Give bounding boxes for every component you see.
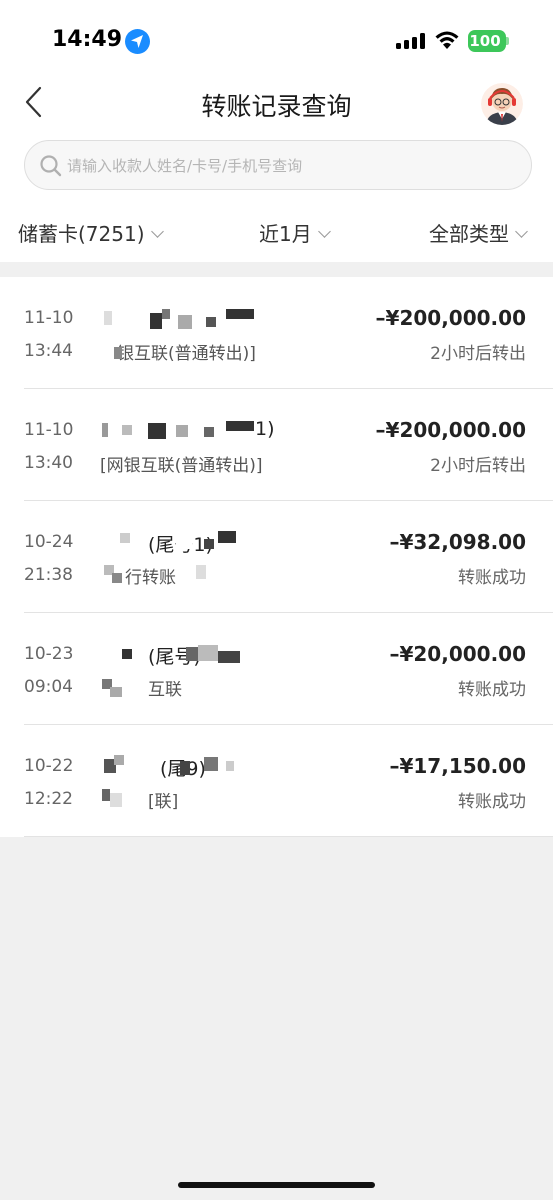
- payee-name: (尾号): [148, 646, 201, 668]
- payee-name: (尾9): [160, 758, 206, 780]
- record-status: 2小时后转出: [430, 456, 526, 476]
- location-arrow-icon: [125, 29, 150, 54]
- payee-name: 1): [255, 418, 275, 440]
- record-time: 21:38: [24, 565, 73, 585]
- record-row[interactable]: 11-10 13:40 1) [网银互联(普通转出)] –¥200,000.00…: [0, 389, 553, 501]
- search-icon: [40, 155, 62, 177]
- transfer-channel: 银互联(普通转出)]: [117, 344, 256, 364]
- record-status: 2小时后转出: [430, 344, 526, 364]
- record-time: 09:04: [24, 677, 73, 697]
- type-filter-label: 全部类型: [429, 222, 509, 246]
- record-status: 转账成功: [458, 792, 526, 812]
- record-date: 10-22: [24, 756, 74, 776]
- search-bar[interactable]: [24, 140, 532, 190]
- record-time: 12:22: [24, 789, 73, 809]
- record-date: 11-10: [24, 308, 74, 328]
- record-status: 转账成功: [458, 680, 526, 700]
- chevron-down-icon: [317, 225, 331, 238]
- redaction-mosaic: [100, 419, 260, 443]
- signal-icon: [396, 33, 425, 49]
- period-filter-dropdown[interactable]: 近1月: [259, 218, 331, 247]
- record-row[interactable]: 10-22 12:22 (尾9) [联] –¥17,150.00 转账成功: [0, 725, 553, 837]
- chevron-down-icon: [515, 225, 528, 238]
- record-amount: –¥17,150.00: [389, 754, 526, 778]
- battery-icon: 100: [468, 30, 506, 52]
- battery-level: 100: [469, 32, 501, 50]
- record-time: 13:40: [24, 453, 73, 473]
- page-title: 转账记录查询: [201, 92, 352, 121]
- record-amount: –¥20,000.00: [389, 642, 526, 666]
- type-filter-dropdown[interactable]: 全部类型: [429, 218, 528, 247]
- transfer-record-list: 11-10 13:44 银互联(普通转出)] –¥200,000.00 2小时后…: [0, 277, 553, 837]
- record-status: 转账成功: [458, 568, 526, 588]
- status-time: 14:49: [52, 27, 123, 52]
- record-time: 13:44: [24, 341, 73, 361]
- home-indicator[interactable]: [178, 1182, 375, 1188]
- battery-tip: [506, 37, 509, 45]
- record-row[interactable]: 11-10 13:44 银互联(普通转出)] –¥200,000.00 2小时后…: [0, 277, 553, 389]
- record-amount: –¥200,000.00: [375, 418, 526, 442]
- card-filter-label: 储蓄卡(7251): [18, 222, 145, 246]
- transfer-channel: [联]: [148, 792, 179, 812]
- record-amount: –¥32,098.00: [389, 530, 526, 554]
- wifi-icon: [435, 31, 459, 49]
- payee-name: (尾号1): [148, 534, 213, 556]
- record-row[interactable]: 10-23 09:04 (尾号) 互联 –¥20,000.00 转账成功: [0, 613, 553, 725]
- avatar-button[interactable]: [481, 83, 523, 125]
- row-divider: [24, 836, 553, 837]
- card-filter-dropdown[interactable]: 储蓄卡(7251): [18, 218, 164, 247]
- record-date: 10-24: [24, 532, 74, 552]
- record-amount: –¥200,000.00: [375, 306, 526, 330]
- transfer-channel: 行转账: [125, 568, 176, 588]
- transfer-channel: [网银互联(普通转出)]: [100, 456, 263, 476]
- search-input[interactable]: [67, 151, 517, 181]
- period-filter-label: 近1月: [259, 222, 312, 246]
- record-date: 11-10: [24, 420, 74, 440]
- record-row[interactable]: 10-24 21:38 (尾号1) 行转账 –¥32,098.00 转账成功: [0, 501, 553, 613]
- chevron-down-icon: [150, 225, 164, 238]
- transfer-channel: 互联: [148, 680, 182, 700]
- avatar-icon: [481, 83, 523, 125]
- record-date: 10-23: [24, 644, 74, 664]
